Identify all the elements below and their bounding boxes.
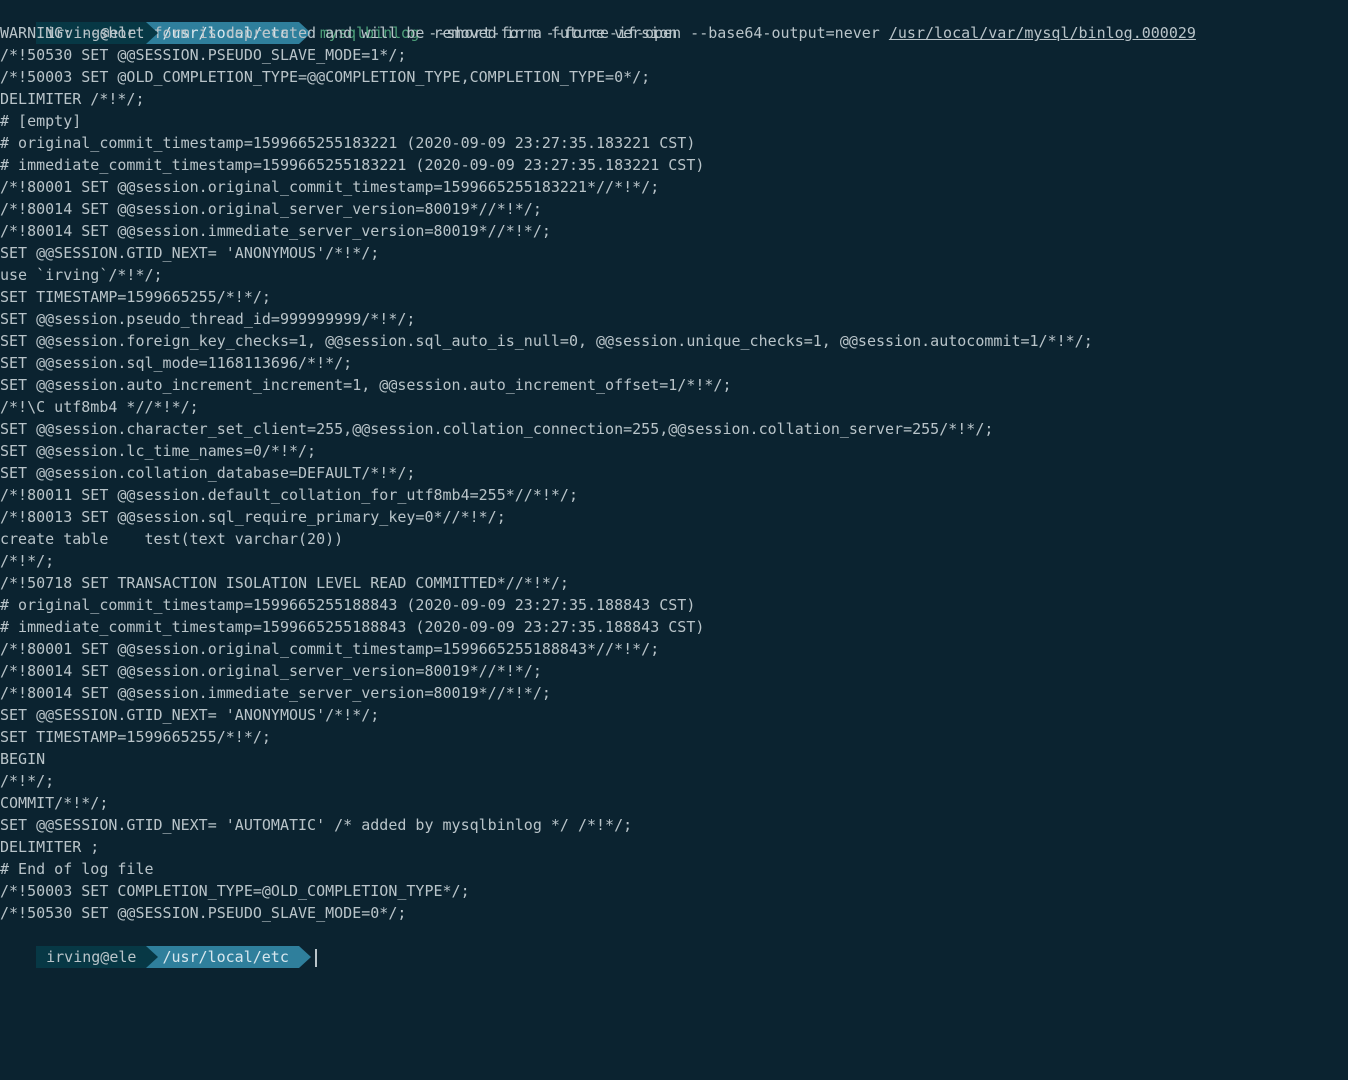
output-line: /*!80011 SET @@session.default_collation… [0,484,1348,506]
output-line: SET @@session.foreign_key_checks=1, @@se… [0,330,1348,352]
output-line: # immediate_commit_timestamp=15996652551… [0,154,1348,176]
output-line: use `irving`/*!*/; [0,264,1348,286]
output-line: /*!80014 SET @@session.immediate_server_… [0,682,1348,704]
output-line: /*!80014 SET @@session.original_server_v… [0,660,1348,682]
output-line: BEGIN [0,748,1348,770]
output-line: # [empty] [0,110,1348,132]
output-line: /*!80014 SET @@session.original_server_v… [0,198,1348,220]
cursor [315,949,317,967]
prompt-user-host: irving@ele [36,946,146,968]
prompt-line-1: irving@ele/usr/local/etc mysqlbinlog --s… [0,0,1348,22]
output-line: SET TIMESTAMP=1599665255/*!*/; [0,726,1348,748]
output-line: # End of log file [0,858,1348,880]
output-line: /*!50530 SET @@SESSION.PSEUDO_SLAVE_MODE… [0,44,1348,66]
terminal[interactable]: irving@ele/usr/local/etc mysqlbinlog --s… [0,0,1348,946]
output-line: SET TIMESTAMP=1599665255/*!*/; [0,286,1348,308]
prompt-separator-1 [146,22,158,44]
output-line: # original_commit_timestamp=159966525518… [0,594,1348,616]
output-line: SET @@SESSION.GTID_NEXT= 'ANONYMOUS'/*!*… [0,242,1348,264]
output-line: # original_commit_timestamp=159966525518… [0,132,1348,154]
output-line: SET @@session.sql_mode=1168113696/*!*/; [0,352,1348,374]
output-line: /*!50530 SET @@SESSION.PSEUDO_SLAVE_MODE… [0,902,1348,924]
output-line: SET @@session.lc_time_names=0/*!*/; [0,440,1348,462]
output-line: /*!50003 SET @OLD_COMPLETION_TYPE=@@COMP… [0,66,1348,88]
output-line: # immediate_commit_timestamp=15996652551… [0,616,1348,638]
prompt-separator-2 [299,946,311,968]
command-output: WARNING: --short-form is deprecated and … [0,22,1348,924]
output-line: SET @@SESSION.GTID_NEXT= 'ANONYMOUS'/*!*… [0,704,1348,726]
output-line: SET @@session.pseudo_thread_id=999999999… [0,308,1348,330]
output-line: SET @@session.collation_database=DEFAULT… [0,462,1348,484]
output-line: /*!80001 SET @@session.original_commit_t… [0,638,1348,660]
output-line: create table test(text varchar(20)) [0,528,1348,550]
output-line: SET @@session.auto_increment_increment=1… [0,374,1348,396]
command-file-arg: /usr/local/var/mysql/binlog.000029 [889,24,1196,42]
output-line: SET @@SESSION.GTID_NEXT= 'AUTOMATIC' /* … [0,814,1348,836]
output-line: SET @@session.character_set_client=255,@… [0,418,1348,440]
output-line: DELIMITER ; [0,836,1348,858]
prompt-separator-1 [146,946,158,968]
prompt-line-2[interactable]: irving@ele/usr/local/etc [0,924,1348,946]
output-line: /*!\C utf8mb4 *//*!*/; [0,396,1348,418]
output-line: /*!*/; [0,770,1348,792]
output-line: /*!50003 SET COMPLETION_TYPE=@OLD_COMPLE… [0,880,1348,902]
output-line: /*!80001 SET @@session.original_commit_t… [0,176,1348,198]
output-line: /*!80014 SET @@session.immediate_server_… [0,220,1348,242]
output-line: /*!*/; [0,550,1348,572]
output-line: DELIMITER /*!*/; [0,88,1348,110]
output-line: /*!80013 SET @@session.sql_require_prima… [0,506,1348,528]
output-line: COMMIT/*!*/; [0,792,1348,814]
output-line: /*!50718 SET TRANSACTION ISOLATION LEVEL… [0,572,1348,594]
prompt-path: /usr/local/etc [146,946,298,968]
